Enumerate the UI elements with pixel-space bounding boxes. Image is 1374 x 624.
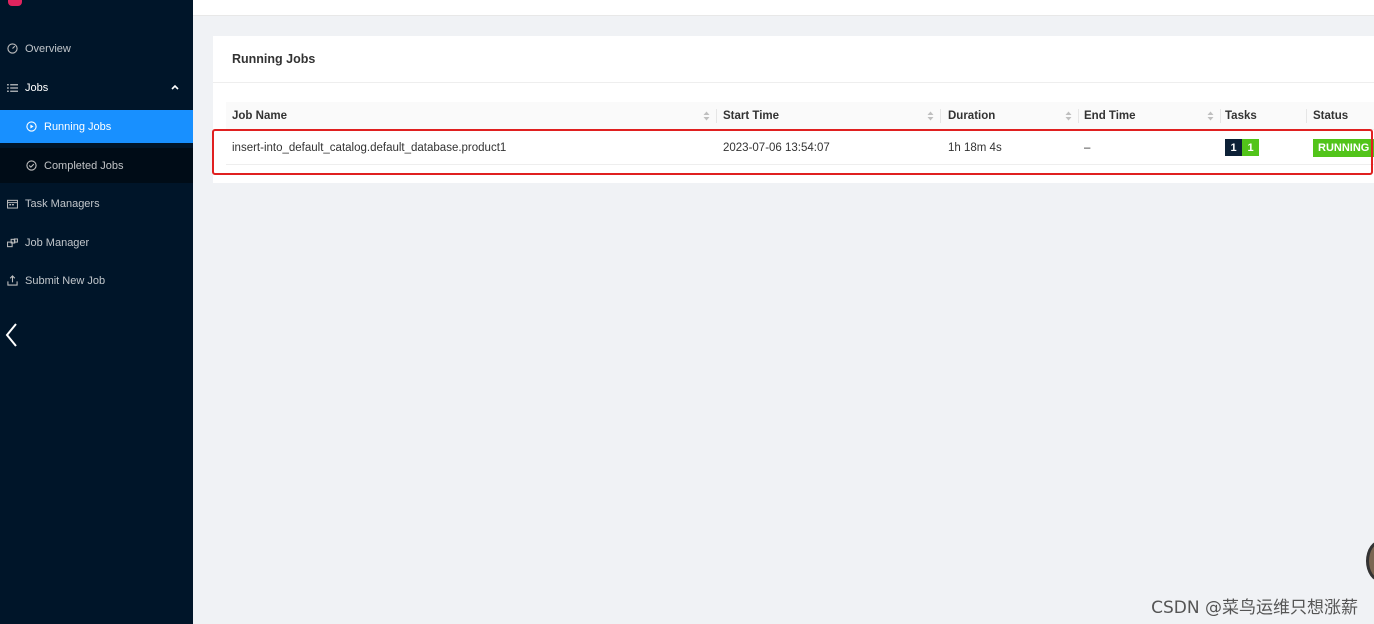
sidebar-item-label: Completed Jobs [44, 159, 124, 172]
watermark: CSDN @菜鸟运维只想涨薪 [1151, 598, 1358, 618]
sidebar-item-label: Running Jobs [44, 120, 112, 133]
chevron-left-icon[interactable] [4, 322, 18, 348]
divider [213, 82, 1374, 83]
sidebar-item-task-managers[interactable]: Task Managers [0, 187, 193, 220]
sidebar-item-label: Task Managers [25, 197, 100, 210]
sidebar-item-label: Submit New Job [25, 274, 106, 287]
logo[interactable] [8, 0, 22, 6]
sort-icon[interactable] [927, 111, 934, 121]
column-header-tasks: Tasks [1225, 110, 1257, 122]
column-separator [1306, 109, 1307, 123]
sort-icon[interactable] [1065, 111, 1072, 121]
sidebar-item-label: Overview [25, 42, 71, 55]
sidebar-item-completed-jobs[interactable]: Completed Jobs [0, 148, 193, 183]
sidebar-item-jobs[interactable]: Jobs [0, 71, 193, 104]
sort-icon[interactable] [703, 111, 710, 121]
list-icon [6, 82, 18, 94]
cluster-icon [6, 237, 18, 249]
column-header-end-time[interactable]: End Time [1084, 102, 1220, 130]
play-circle-icon [25, 121, 37, 133]
sidebar-item-label: Job Manager [25, 236, 90, 249]
sidebar-item-overview[interactable]: Overview [0, 32, 193, 65]
column-header-duration[interactable]: Duration [948, 102, 1078, 130]
sidebar-item-running-jobs[interactable]: Running Jobs [0, 110, 193, 143]
column-separator [1220, 109, 1221, 123]
table-header: Job Name Start Time Duration End Time Ta… [226, 102, 1374, 130]
dashboard-icon [6, 43, 18, 55]
sidebar-item-submit-new-job[interactable]: Submit New Job [0, 264, 193, 297]
floating-widget[interactable] [1366, 540, 1374, 582]
chevron-up-icon[interactable] [171, 83, 179, 91]
check-circle-icon [25, 160, 37, 172]
sidebar-item-label: Jobs [25, 81, 49, 94]
sidebar: Overview Jobs Running Jobs Completed Job… [0, 0, 193, 624]
sidebar-item-job-manager[interactable]: Job Manager [0, 226, 193, 259]
schedule-icon [6, 198, 18, 210]
column-header-start-time[interactable]: Start Time [723, 102, 940, 130]
column-separator [1078, 109, 1079, 123]
column-header-status: Status [1313, 110, 1349, 122]
upload-icon [6, 275, 18, 287]
card-title: Running Jobs [232, 52, 316, 66]
column-separator [716, 109, 717, 123]
sort-icon[interactable] [1207, 111, 1214, 121]
column-separator [940, 109, 941, 123]
top-header [193, 0, 1374, 16]
highlight-box [212, 129, 1373, 175]
column-header-job-name[interactable]: Job Name [232, 102, 716, 130]
